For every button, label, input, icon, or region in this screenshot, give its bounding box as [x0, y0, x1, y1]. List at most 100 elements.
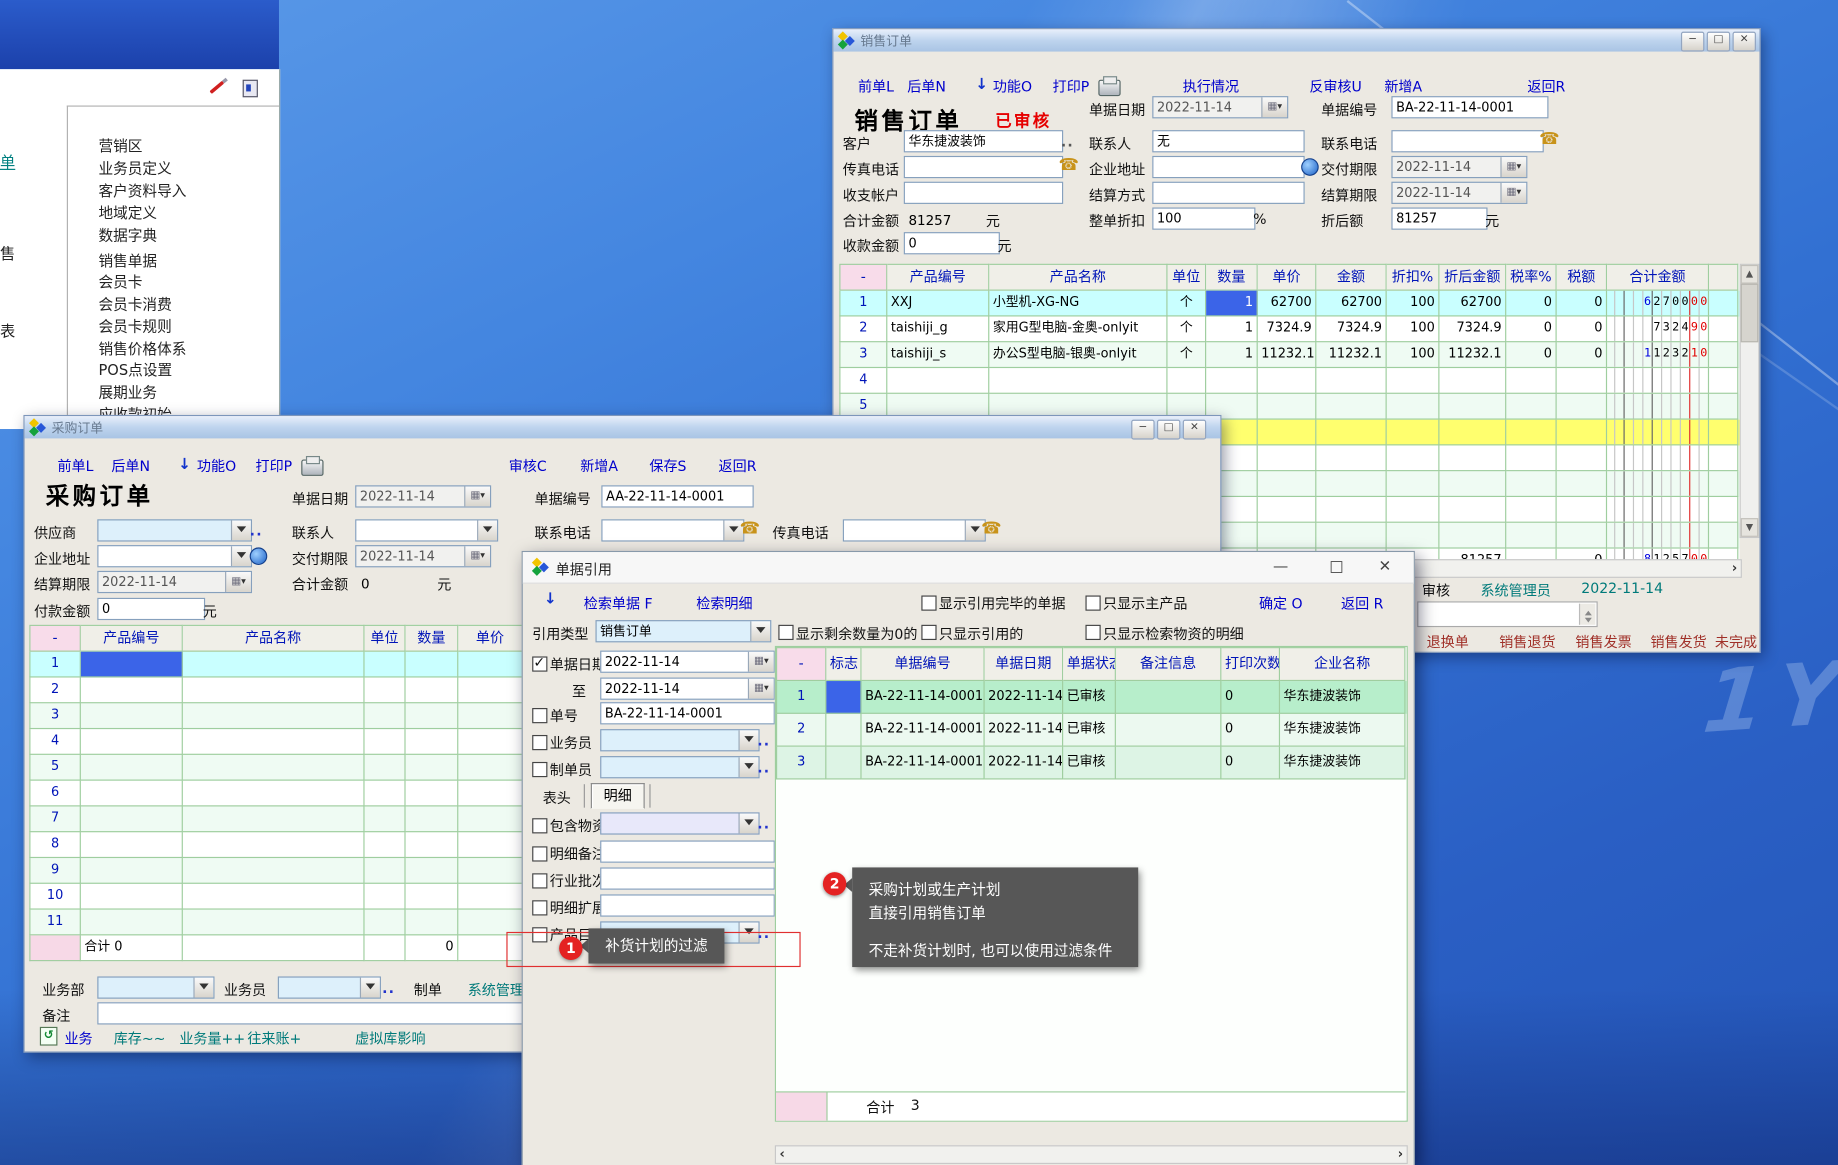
calendar-button[interactable]: ▦▾ [748, 652, 774, 672]
address-field[interactable] [1152, 156, 1304, 178]
globe-icon[interactable] [1301, 158, 1319, 176]
dialog-titlebar[interactable]: 单据引用 — □ ✕ [523, 552, 1414, 584]
account-field[interactable] [904, 182, 1063, 204]
cell[interactable] [1258, 445, 1317, 471]
fax-field[interactable] [904, 156, 1063, 178]
ref-doc-row[interactable]: 3BA-22-11-14-00012022-11-14已审核0华东捷波装饰 [776, 747, 1407, 780]
cell[interactable] [826, 714, 861, 747]
dropdown-button[interactable] [738, 730, 758, 750]
scroll-thumb[interactable] [1741, 284, 1759, 343]
minimize-button[interactable]: − [1681, 32, 1704, 52]
cell[interactable] [1116, 681, 1221, 714]
maker-filter-combo[interactable] [600, 756, 759, 778]
contact-combo[interactable] [355, 519, 498, 541]
ref-type-combo[interactable]: 销售订单 [595, 620, 771, 642]
cell[interactable] [1258, 420, 1317, 446]
close-button[interactable]: ✕ [1379, 558, 1392, 576]
cell[interactable]: 4 [29, 729, 81, 755]
amount-grid-cell[interactable] [1607, 523, 1709, 549]
phone-icon[interactable]: ☎ [1058, 156, 1078, 175]
cell[interactable]: 0 [1506, 316, 1556, 342]
cell[interactable] [183, 755, 365, 781]
cell[interactable]: 62700 [1316, 291, 1386, 317]
amount-grid-cell[interactable]: 732490 [1607, 316, 1709, 342]
cell[interactable] [1387, 523, 1440, 549]
cell[interactable]: 7324.9 [1439, 316, 1506, 342]
nav-item-5[interactable]: 销售单据 [98, 249, 157, 271]
supplier-combo[interactable] [97, 519, 252, 541]
link-销售发票[interactable]: 销售发票 [1575, 632, 1631, 652]
cell[interactable]: 2 [776, 714, 826, 747]
globe-icon[interactable] [250, 547, 268, 565]
cell[interactable] [1506, 368, 1556, 394]
lookup-dots[interactable]: .. [250, 523, 263, 539]
cell[interactable]: 华东捷波装饰 [1280, 714, 1405, 747]
cell[interactable]: BA-22-11-14-0001 [862, 747, 985, 780]
link-往来账+[interactable]: 往来账+ [247, 1028, 301, 1048]
dropdown-button[interactable] [477, 520, 497, 540]
only-search-detail-checkbox[interactable] [1085, 625, 1100, 640]
tab-detail[interactable]: 明细 [591, 783, 645, 809]
menu-item[interactable]: 新增A [1384, 76, 1422, 96]
cell[interactable] [1316, 497, 1386, 523]
cell[interactable] [1258, 497, 1317, 523]
cell[interactable] [1258, 368, 1317, 394]
cell[interactable] [989, 368, 1167, 394]
calendar-button[interactable]: ▦▾ [1500, 157, 1526, 177]
dropdown-button[interactable] [738, 757, 758, 777]
cell[interactable] [1557, 394, 1607, 420]
cell[interactable] [458, 806, 522, 832]
lookup-dots[interactable]: .. [757, 816, 770, 832]
scroll-right-arrow[interactable]: › [1732, 560, 1737, 575]
cell[interactable]: 个 [1168, 291, 1207, 317]
scroll-down-arrow[interactable]: ▼ [1741, 518, 1759, 537]
cell[interactable]: 2 [29, 678, 81, 704]
printer-icon[interactable] [1098, 80, 1120, 96]
cell[interactable]: 已审核 [1063, 681, 1116, 714]
cell[interactable] [365, 755, 406, 781]
dropdown-button[interactable] [193, 978, 213, 998]
dept-combo[interactable] [97, 976, 214, 998]
cell[interactable] [1709, 291, 1738, 317]
cell[interactable]: 0 [1221, 747, 1280, 780]
cell[interactable]: 1 [1206, 316, 1258, 342]
doc-no-field[interactable]: AA-22-11-14-0001 [601, 485, 753, 507]
clerk-filter-combo[interactable] [600, 729, 759, 751]
cell[interactable] [81, 858, 183, 884]
cell[interactable] [1557, 368, 1607, 394]
cell[interactable]: 8 [29, 832, 81, 858]
vertical-scrollbar[interactable]: ▲ ▼ [1740, 264, 1760, 538]
cell[interactable] [1206, 368, 1258, 394]
dropdown-button[interactable] [750, 621, 770, 641]
doc-date-field[interactable]: 2022-11-14 ▦▾ [355, 485, 491, 507]
cell[interactable] [365, 703, 406, 729]
cell[interactable] [183, 910, 365, 936]
cell[interactable] [458, 755, 522, 781]
cell[interactable]: 个 [1168, 316, 1207, 342]
calendar-button[interactable]: ▦▾ [1261, 97, 1287, 117]
menu-item[interactable]: 功能O [993, 76, 1032, 96]
cell[interactable]: 5 [29, 755, 81, 781]
phone-icon[interactable]: ☎ [981, 519, 1001, 538]
cell[interactable] [1387, 394, 1440, 420]
cell[interactable]: 0 [1557, 316, 1607, 342]
detail-ext-field[interactable] [600, 894, 775, 916]
nav-item-2[interactable]: 客户资料导入 [98, 178, 186, 200]
dropdown-button[interactable] [231, 546, 251, 566]
show-finished-checkbox[interactable] [921, 595, 936, 610]
cell[interactable]: 已审核 [1063, 747, 1116, 780]
received-field[interactable]: 0 [904, 232, 1000, 254]
phone-icon[interactable]: ☎ [740, 519, 760, 538]
calendar-button[interactable]: ▦▾ [464, 486, 490, 506]
cell[interactable] [81, 652, 183, 678]
cell[interactable] [1439, 420, 1506, 446]
menu-item[interactable]: 打印P [1053, 76, 1090, 96]
cell[interactable] [365, 781, 406, 807]
link-销售退货[interactable]: 销售退货 [1499, 632, 1555, 652]
cell[interactable]: 7 [29, 806, 81, 832]
cell[interactable]: 11232.1 [1258, 342, 1317, 368]
cell[interactable] [1316, 394, 1386, 420]
cell[interactable]: 已审核 [1063, 714, 1116, 747]
menu-item[interactable]: 审核C [509, 456, 547, 476]
cell[interactable]: 11232.1 [1316, 342, 1386, 368]
